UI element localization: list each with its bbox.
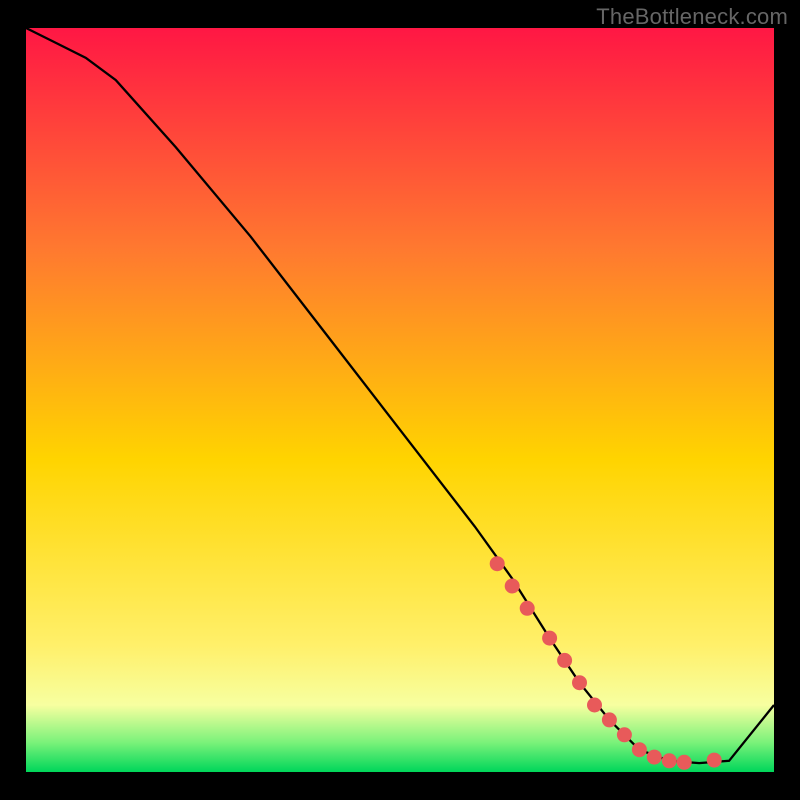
chart-frame: TheBottleneck.com: [0, 0, 800, 800]
marker-dot: [662, 753, 677, 768]
watermark-text: TheBottleneck.com: [596, 4, 788, 30]
plot-area: [26, 28, 774, 772]
chart-svg: [26, 28, 774, 772]
marker-dot: [520, 601, 535, 616]
marker-dot: [490, 556, 505, 571]
marker-dot: [677, 755, 692, 770]
marker-dot: [572, 675, 587, 690]
gradient-background: [26, 28, 774, 772]
marker-dot: [505, 579, 520, 594]
marker-dot: [632, 742, 647, 757]
marker-dot: [557, 653, 572, 668]
marker-dot: [587, 698, 602, 713]
marker-dot: [542, 631, 557, 646]
marker-dot: [647, 750, 662, 765]
marker-dot: [707, 753, 722, 768]
marker-dot: [602, 712, 617, 727]
marker-dot: [617, 727, 632, 742]
